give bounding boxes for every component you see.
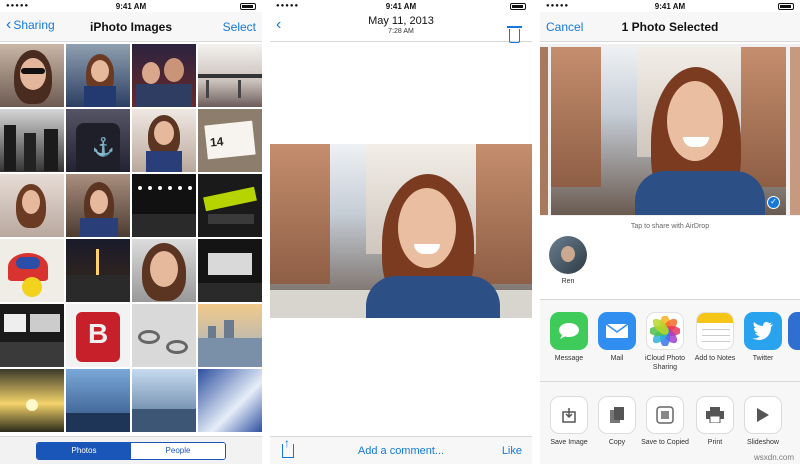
print-icon xyxy=(696,396,734,434)
contact-name: Ren xyxy=(561,278,575,285)
watermark: wsxdn.com xyxy=(753,453,794,462)
photo-thumbnail[interactable] xyxy=(198,174,262,237)
checkmark-icon: ✓ xyxy=(767,196,780,209)
photo-strip: ✓ xyxy=(540,44,800,216)
share-twitter[interactable]: Twitter xyxy=(738,312,788,363)
airdrop-section: Ren xyxy=(540,218,800,300)
app-icon xyxy=(788,312,800,350)
twitter-icon xyxy=(744,312,782,350)
divider xyxy=(532,0,540,464)
photo-thumbnail[interactable] xyxy=(66,369,130,432)
photo-thumbnail[interactable] xyxy=(132,304,196,367)
status-bar: ●●●●● 9:41 AM xyxy=(0,0,262,12)
photo-detail-screen: ●●●●● 9:41 AM ‹ May 11, 2013 7:28 AM Add… xyxy=(270,0,532,464)
photo-thumbnail[interactable]: B xyxy=(66,304,130,367)
photo-thumbnail[interactable] xyxy=(132,109,196,172)
photo-thumbnail[interactable] xyxy=(0,44,64,107)
photo-grid: ⚓ 14 B xyxy=(0,44,262,432)
slideshow-icon xyxy=(744,396,782,434)
photo-thumbnail[interactable] xyxy=(790,47,800,215)
share-actions-row: Save Image Copy Save to Copied Print Sli… xyxy=(540,382,800,464)
photo-thumbnail[interactable] xyxy=(132,369,196,432)
segmented-control: Photos People xyxy=(36,442,226,460)
copied-icon xyxy=(646,396,684,434)
photo-thumbnail[interactable] xyxy=(66,44,130,107)
photo-thumbnail[interactable] xyxy=(198,304,262,367)
photo-time: 7:28 AM xyxy=(388,28,414,35)
photo-thumbnail[interactable]: ⚓ xyxy=(66,109,130,172)
toolbar: Add a comment... Like xyxy=(270,436,532,464)
photo-thumbnail[interactable] xyxy=(0,239,64,302)
save-image-icon xyxy=(550,396,588,434)
action-slideshow[interactable]: Slideshow xyxy=(738,396,788,447)
action-print[interactable]: Print xyxy=(690,396,740,447)
photo-thumbnail[interactable] xyxy=(198,239,262,302)
share-apps-row: Message Mail iCloud Photo Sharing Add to… xyxy=(540,300,800,382)
photo-viewer[interactable] xyxy=(270,144,532,318)
share-more-partial[interactable] xyxy=(788,312,800,350)
segment-bar: Photos People xyxy=(0,436,262,464)
like-button[interactable]: Like xyxy=(502,445,522,457)
photo-thumbnail[interactable] xyxy=(132,174,196,237)
photo-thumbnail[interactable] xyxy=(66,239,130,302)
battery-icon xyxy=(240,3,256,10)
page-title: 1 Photo Selected xyxy=(621,20,719,34)
share-sheet-screen: ●●●●● 9:41 AM Cancel 1 Photo Selected ✓ … xyxy=(540,0,800,464)
status-time: 9:41 AM xyxy=(115,2,147,11)
photo-thumbnail[interactable] xyxy=(66,174,130,237)
action-save-image[interactable]: Save Image xyxy=(544,396,594,447)
share-message[interactable]: Message xyxy=(544,312,594,363)
copy-icon xyxy=(598,396,636,434)
action-save-to-copied[interactable]: Save to Copied xyxy=(640,396,690,447)
avatar xyxy=(549,236,587,274)
action-copy[interactable]: Copy xyxy=(592,396,642,447)
photo-thumbnail[interactable] xyxy=(540,47,548,215)
photo-thumbnail[interactable] xyxy=(0,109,64,172)
divider xyxy=(262,0,270,464)
photo-thumbnail[interactable] xyxy=(132,44,196,107)
mail-icon xyxy=(598,312,636,350)
photo-thumbnail[interactable] xyxy=(0,174,64,237)
photos-icon xyxy=(646,312,684,350)
iphoto-grid-screen: ●●●●● 9:41 AM ‹ Sharing iPhoto Images Se… xyxy=(0,0,262,464)
select-button[interactable]: Select xyxy=(223,20,256,34)
photo-thumbnail[interactable] xyxy=(0,369,64,432)
photo-thumbnail[interactable] xyxy=(132,239,196,302)
nav-bar: ‹ Sharing iPhoto Images Select xyxy=(0,12,262,42)
share-mail[interactable]: Mail xyxy=(592,312,642,363)
tab-photos[interactable]: Photos xyxy=(37,443,131,459)
battery-icon xyxy=(778,3,794,10)
photo-thumbnail[interactable]: 14 xyxy=(198,109,262,172)
comment-field[interactable]: Add a comment... xyxy=(270,445,532,457)
share-icloud-photo-sharing[interactable]: iCloud Photo Sharing xyxy=(640,312,690,372)
status-bar: ●●●●● 9:41 AM xyxy=(270,0,532,12)
photo-thumbnail[interactable] xyxy=(0,304,64,367)
nav-bar: Cancel 1 Photo Selected xyxy=(540,12,800,42)
status-time: 9:41 AM xyxy=(654,2,686,11)
notes-icon xyxy=(696,312,734,350)
status-bar: ●●●●● 9:41 AM xyxy=(540,0,800,12)
airdrop-hint: Tap to share with AirDrop xyxy=(630,223,710,230)
status-time: 9:41 AM xyxy=(385,2,417,11)
share-add-to-notes[interactable]: Add to Notes xyxy=(690,312,740,363)
airdrop-contact[interactable]: Ren xyxy=(548,236,588,285)
selected-photo[interactable]: ✓ xyxy=(551,47,786,215)
tab-people[interactable]: People xyxy=(131,443,225,459)
photo-date: May 11, 2013 xyxy=(368,15,434,27)
photo-thumbnail[interactable] xyxy=(198,44,262,107)
message-icon xyxy=(550,312,588,350)
photo-thumbnail[interactable] xyxy=(198,369,262,432)
battery-icon xyxy=(510,3,526,10)
